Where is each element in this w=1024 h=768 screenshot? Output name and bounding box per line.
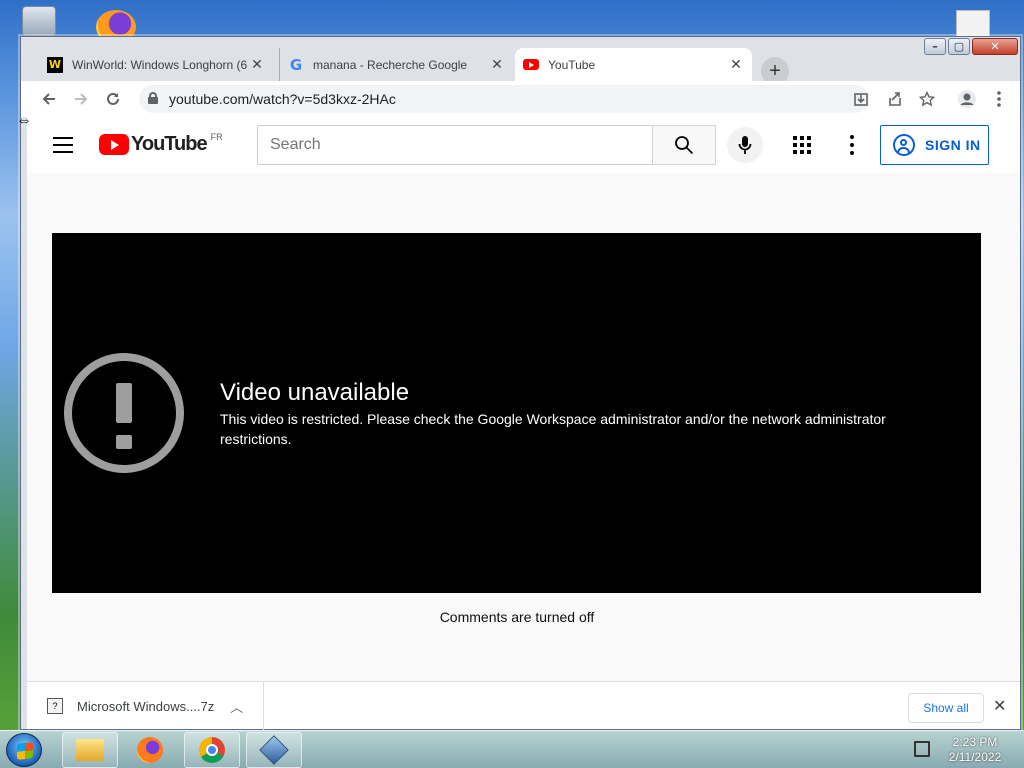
firefox-icon — [137, 737, 163, 763]
archive-file-icon: ? — [47, 698, 63, 714]
settings-menu-icon[interactable] — [849, 135, 855, 155]
resize-cursor-icon: ⇔ — [16, 112, 32, 129]
profile-avatar-icon[interactable] — [955, 87, 979, 111]
tab-title: WinWorld: Windows Longhorn (6 — [72, 57, 248, 72]
tab-title: manana - Recherche Google — [313, 57, 468, 72]
window-controls: – ▢ ✕ — [924, 38, 1018, 55]
taskbar-chrome[interactable] — [184, 732, 240, 768]
taskbar-virtualbox[interactable] — [246, 732, 302, 768]
taskbar-file-explorer[interactable] — [62, 732, 118, 768]
error-message: This video is restricted. Please check t… — [220, 411, 886, 447]
youtube-page: YouTube FR SIGN IN Video unavai — [27, 117, 1020, 681]
bookmark-star-icon[interactable] — [915, 87, 939, 111]
tab-google-search[interactable]: G manana - Recherche Google ✕ — [279, 48, 513, 81]
taskbar-firefox[interactable] — [122, 732, 178, 768]
close-tab-icon[interactable]: ✕ — [489, 56, 505, 73]
tab-winworld[interactable]: W WinWorld: Windows Longhorn (6 ✕ — [39, 48, 273, 81]
close-shelf-icon[interactable]: ✕ — [993, 696, 1006, 716]
exclamation-circle-icon — [64, 353, 184, 473]
browser-window: – ▢ ✕ W WinWorld: Windows Longhorn (6 ✕ … — [20, 36, 1021, 730]
address-bar[interactable]: youtube.com/watch?v=5d3kxz-2HAc — [139, 85, 869, 113]
chevron-up-icon[interactable]: ︿ — [230, 697, 243, 716]
microphone-button[interactable] — [727, 127, 763, 163]
maximize-button[interactable]: ▢ — [948, 38, 970, 55]
youtube-icon — [523, 59, 539, 70]
file-explorer-icon — [76, 739, 104, 761]
search-icon — [675, 136, 694, 155]
network-icon[interactable] — [914, 741, 930, 757]
chrome-menu-icon[interactable] — [987, 87, 1011, 111]
youtube-play-icon — [99, 134, 129, 155]
share-icon[interactable] — [883, 87, 907, 111]
forward-arrow-icon[interactable] — [69, 87, 93, 111]
recycle-bin-icon[interactable] — [22, 6, 56, 36]
winworld-icon: W — [47, 56, 63, 73]
download-shelf: ? Microsoft Windows....7z ︿ Show all ✕ — [27, 681, 1020, 730]
url-text[interactable]: youtube.com/watch?v=5d3kxz-2HAc — [169, 91, 396, 107]
clock-date: 2/11/2022 — [948, 750, 1002, 764]
youtube-logo[interactable]: YouTube FR — [99, 131, 223, 156]
hamburger-menu-icon[interactable] — [53, 137, 73, 153]
video-player[interactable]: Video unavailable This video is restrict… — [52, 233, 981, 593]
microphone-icon — [738, 136, 752, 154]
comments-status: Comments are turned off — [439, 609, 595, 625]
download-filename: Microsoft Windows....7z — [77, 698, 215, 714]
close-tab-icon[interactable]: ✕ — [728, 56, 744, 73]
reload-icon[interactable] — [101, 87, 125, 111]
start-button[interactable] — [6, 733, 42, 767]
tab-strip: W WinWorld: Windows Longhorn (6 ✕ G mana… — [21, 45, 1020, 85]
document-desktop-icon[interactable] — [956, 10, 990, 38]
region-code: FR — [210, 131, 223, 142]
chrome-icon — [199, 737, 225, 763]
error-title: Video unavailable — [220, 379, 410, 406]
google-icon: G — [289, 55, 303, 74]
account-circle-icon — [893, 134, 915, 156]
tab-youtube[interactable]: YouTube ✕ — [515, 48, 752, 81]
virtualbox-icon — [259, 735, 289, 765]
minimize-button[interactable]: – — [924, 38, 946, 55]
sign-in-button[interactable]: SIGN IN — [880, 125, 989, 165]
taskbar: 2:23 PM 2/11/2022 — [0, 730, 1024, 768]
close-window-button[interactable]: ✕ — [972, 38, 1018, 55]
browser-toolbar: youtube.com/watch?v=5d3kxz-2HAc — [21, 81, 1020, 117]
download-item[interactable]: ? Microsoft Windows....7z ︿ — [27, 682, 264, 730]
sign-in-label: SIGN IN — [925, 137, 981, 153]
back-arrow-icon[interactable] — [37, 87, 61, 111]
youtube-wordmark: YouTube — [131, 133, 208, 155]
youtube-header: YouTube FR SIGN IN — [27, 117, 1020, 173]
tab-title: YouTube — [548, 57, 596, 72]
clock-time: 2:23 PM — [952, 735, 998, 749]
install-app-icon[interactable] — [849, 87, 873, 111]
apps-grid-icon[interactable] — [793, 136, 811, 154]
lock-icon[interactable] — [148, 92, 158, 104]
close-tab-icon[interactable]: ✕ — [249, 56, 265, 73]
search-button[interactable] — [652, 125, 716, 165]
show-all-button[interactable]: Show all — [908, 693, 984, 723]
search-input[interactable] — [257, 125, 653, 165]
system-clock[interactable]: 2:23 PM 2/11/2022 — [940, 735, 1010, 765]
